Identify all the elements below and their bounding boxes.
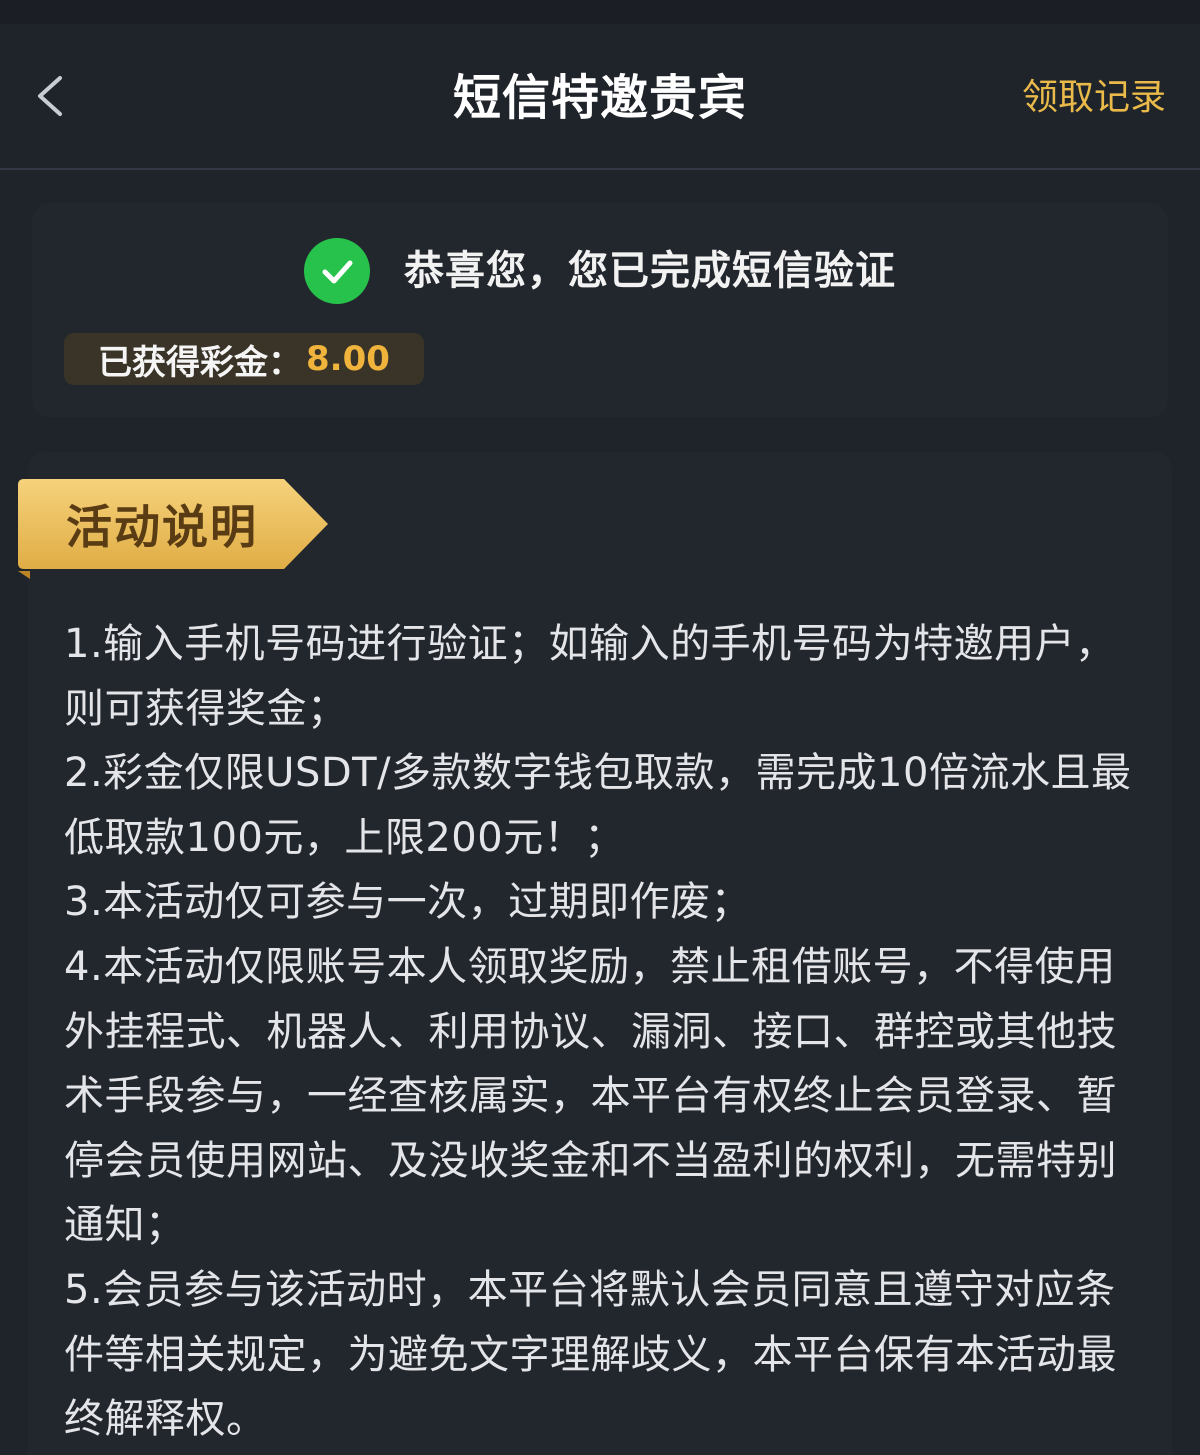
bonus-badge: 已获得彩金： 8.00 — [64, 333, 424, 385]
success-message: 恭喜您，您已完成短信验证 — [404, 248, 896, 294]
section-tag: 活动说明 — [18, 479, 330, 579]
bonus-label: 已获得彩金： — [98, 342, 302, 383]
rule-item: 3.本活动仅可参与一次，过期即作废； — [64, 879, 752, 926]
chevron-left-icon — [22, 64, 82, 128]
success-message-row: 恭喜您，您已完成短信验证 — [32, 235, 1168, 307]
bonus-value: 8.00 — [306, 339, 390, 379]
rule-item: 4.本活动仅限账号本人领取奖励，禁止租借账号，不得使用外挂程式、机器人、利用协议… — [64, 943, 1117, 1249]
back-button[interactable] — [22, 64, 82, 128]
rule-item: 2.彩金仅限USDT/多款数字钱包取款，需完成10倍流水且最低取款100元，上限… — [64, 750, 1132, 861]
check-circle-icon — [304, 238, 370, 304]
page-title: 短信特邀贵宾 — [452, 70, 747, 126]
verification-success-card: 恭喜您，您已完成短信验证 已获得彩金： 8.00 — [32, 203, 1168, 417]
section-title: 活动说明 — [66, 500, 258, 554]
claim-record-link[interactable]: 领取记录 — [1022, 74, 1166, 122]
rule-item: 1.输入手机号码进行验证；如输入的手机号码为特邀用户，则可获得奖金； — [64, 621, 1116, 732]
rules-list: 1.输入手机号码进行验证；如输入的手机号码为特邀用户，则可获得奖金； 2.彩金仅… — [64, 612, 1144, 1452]
top-nav-bar: 短信特邀贵宾 领取记录 — [0, 24, 1200, 170]
rule-item: 5.会员参与该活动时，本平台将默认会员同意且遵守对应条件等相关规定，为避免文字理… — [64, 1266, 1117, 1443]
status-bar — [0, 0, 1200, 24]
